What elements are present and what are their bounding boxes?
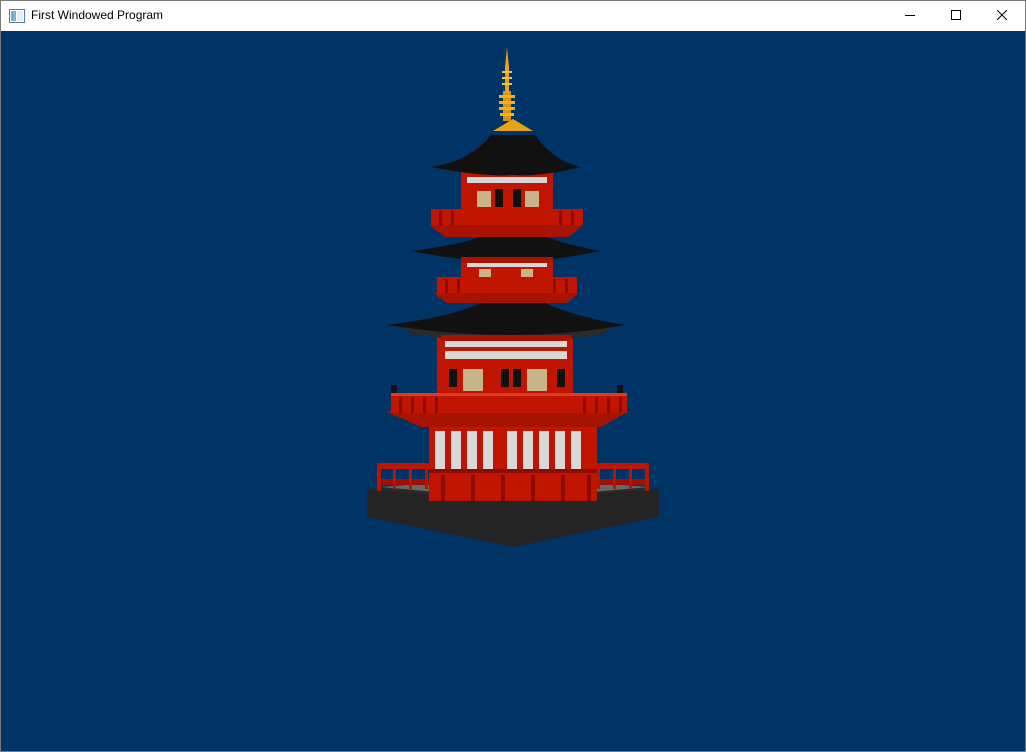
spire <box>493 47 533 131</box>
maximize-button[interactable] <box>933 1 979 31</box>
ground-floor <box>429 423 597 501</box>
render-viewport[interactable] <box>1 31 1025 751</box>
app-window-icon[interactable] <box>9 9 25 23</box>
second-floor <box>437 333 573 393</box>
close-icon <box>996 7 1008 25</box>
minimize-button[interactable] <box>887 1 933 31</box>
maximize-icon <box>951 7 961 25</box>
close-button[interactable] <box>979 1 1025 31</box>
upper-tier <box>429 171 583 237</box>
roof-lower <box>387 303 625 341</box>
title-bar[interactable]: First Windowed Program <box>1 1 1025 31</box>
window-title: First Windowed Program <box>31 8 164 22</box>
roof-middle <box>411 235 601 263</box>
middle-tier <box>433 261 579 303</box>
app-window: First Windowed Program <box>0 0 1026 752</box>
minimize-icon <box>905 7 915 25</box>
pagoda-model <box>367 47 659 547</box>
roof-top <box>431 135 581 176</box>
